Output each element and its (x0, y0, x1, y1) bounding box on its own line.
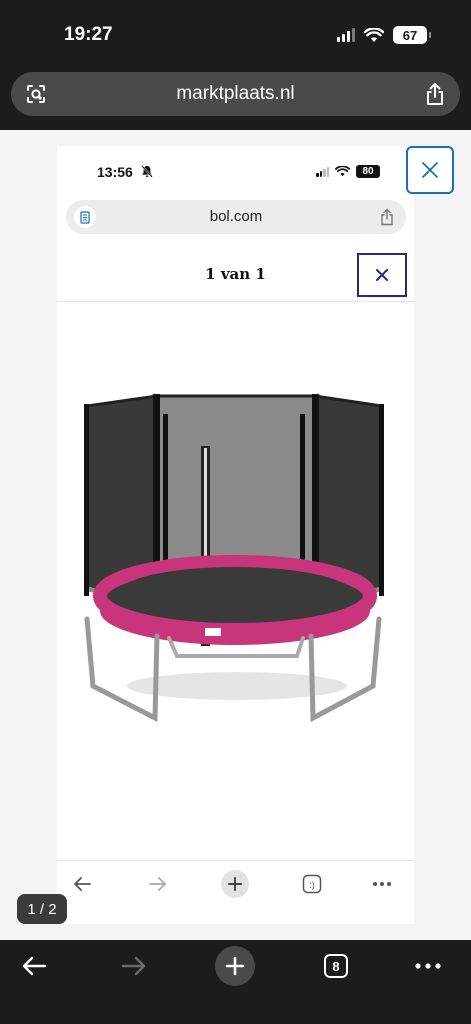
embedded-status-time: 13:56 (97, 164, 133, 180)
embedded-tabs-button: :) (297, 869, 327, 899)
battery-indicator: 67 (393, 26, 431, 44)
bell-muted-icon (141, 165, 153, 178)
wifi-icon (364, 27, 384, 42)
embedded-signal-icon (316, 166, 329, 177)
browser-toolbar: 8 (0, 940, 471, 1024)
image-viewer-content: 13:56 80 bol.com 1 van 1:) 1 / 2 (0, 130, 471, 940)
close-icon (376, 269, 388, 281)
embedded-address-bar: bol.com (66, 200, 406, 234)
cellular-signal-icon (337, 28, 355, 42)
close-icon (422, 162, 438, 178)
embedded-new-tab-button (220, 869, 250, 899)
new-tab-button[interactable] (215, 946, 255, 986)
arrow-right-icon (121, 956, 146, 976)
embedded-address-text: bol.com (209, 208, 263, 225)
trampoline-product-image (84, 394, 384, 723)
plus-icon (225, 956, 245, 976)
more-menu-button[interactable] (408, 946, 448, 986)
embedded-more-button (367, 869, 397, 899)
page-counter: 1 / 2 (17, 894, 67, 924)
tabs-button[interactable]: 8 (316, 946, 356, 986)
embedded-screenshot: 13:56 80 bol.com 1 van 1:) (57, 146, 414, 924)
more-icon (373, 882, 391, 886)
status-time: 19:27 (64, 24, 113, 45)
arrow-left-icon (74, 877, 91, 891)
status-icons: 67 (337, 26, 431, 44)
embedded-status-bar: 13:56 80 (57, 146, 414, 198)
status-bar: 19:27 67 (0, 0, 471, 70)
embedded-back-button (67, 869, 97, 899)
plus-icon (228, 877, 242, 891)
embedded-browser-toolbar: :) (57, 860, 414, 924)
close-viewer-button[interactable] (406, 146, 454, 194)
address-text[interactable]: marktplaats.nl (11, 83, 460, 105)
tabs-icon: :) (302, 874, 322, 894)
phone-screen: 19:27 67 marktplaats.nl 13:56 80 bol.com… (0, 0, 471, 1024)
embedded-close-button (357, 253, 407, 297)
embedded-battery: 80 (356, 165, 380, 178)
address-bar[interactable]: marktplaats.nl (11, 72, 460, 116)
embedded-gallery-header: 1 van 1 (57, 250, 414, 302)
back-button[interactable] (14, 946, 54, 986)
embedded-forward-button (143, 869, 173, 899)
svg-text::): :) (309, 880, 315, 890)
forward-button[interactable] (114, 946, 154, 986)
arrow-right-icon (149, 877, 166, 891)
more-icon (415, 963, 441, 969)
share-icon[interactable] (424, 82, 446, 106)
embedded-wifi-icon (335, 166, 350, 177)
arrow-left-icon (22, 956, 47, 976)
tabs-count: 8 (324, 954, 348, 978)
embedded-share-icon (381, 208, 393, 226)
embedded-status-icons: 80 (316, 165, 380, 178)
